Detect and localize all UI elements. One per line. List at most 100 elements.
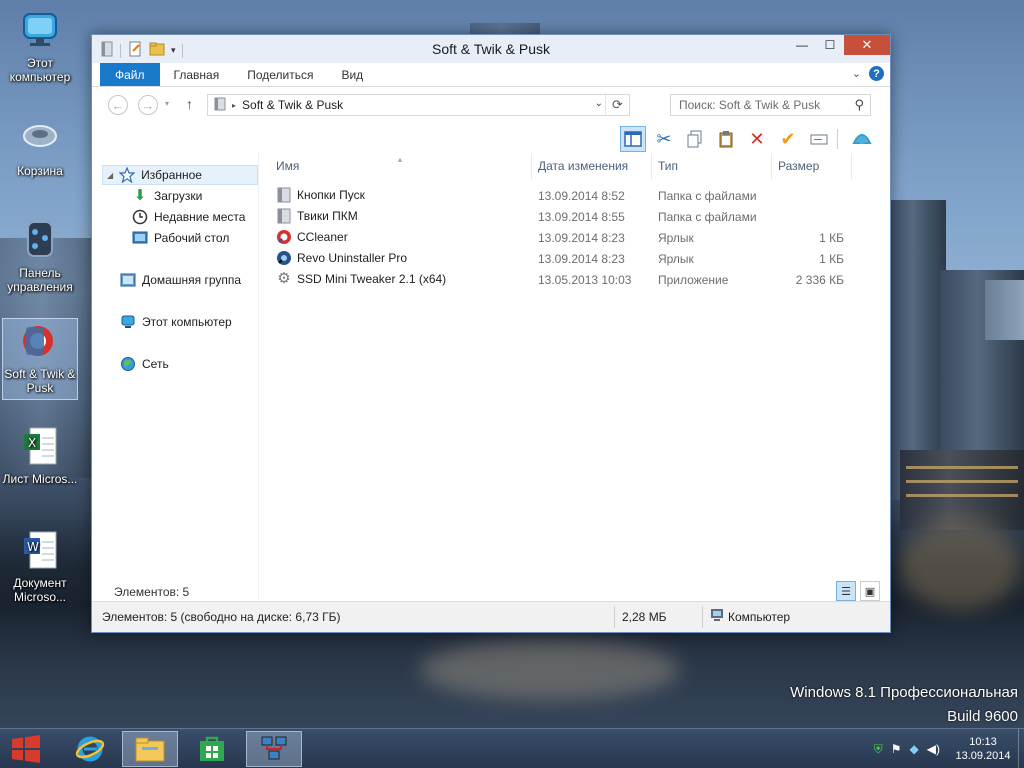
file-size: 1 КБ xyxy=(819,231,844,245)
file-name: Твики ПКМ xyxy=(297,209,358,223)
file-row[interactable]: ⚙ SSD Mini Tweaker 2.1 (x64) 13.05.2013 … xyxy=(276,270,856,290)
tab-view[interactable]: Вид xyxy=(327,63,377,86)
close-button[interactable]: ✕ xyxy=(844,35,890,55)
file-row[interactable]: Revo Uninstaller Pro 13.09.2014 8:23 Ярл… xyxy=(276,249,856,269)
monitor-icon xyxy=(18,8,62,52)
status-separator xyxy=(702,606,703,628)
copy-button[interactable] xyxy=(682,126,708,152)
tab-home[interactable]: Главная xyxy=(160,63,234,86)
file-name: Кнопки Пуск xyxy=(297,188,365,202)
show-desktop-button[interactable] xyxy=(1018,729,1024,768)
collapse-arrow-icon[interactable]: ◢ xyxy=(107,171,113,180)
volume-icon[interactable]: ◀) xyxy=(927,742,940,756)
windows-edition-watermark: Windows 8.1 Профессиональная xyxy=(790,684,1018,701)
shell-button[interactable] xyxy=(849,126,875,152)
file-row[interactable]: CCleaner 13.09.2014 8:23 Ярлык 1 КБ xyxy=(276,228,856,248)
clock[interactable]: 10:13 13.09.2014 xyxy=(948,735,1018,763)
ccleaner-icon xyxy=(276,229,292,245)
pane-divider[interactable] xyxy=(258,153,259,603)
rename-button[interactable]: ✔ xyxy=(775,126,801,152)
details-view-button[interactable]: ☰ xyxy=(836,581,856,601)
flag-icon[interactable]: ⚑ xyxy=(891,742,902,756)
details-list-icon: ☰ xyxy=(841,585,851,598)
desktop-icon-label: Этот компьютер xyxy=(9,56,71,84)
delete-x-icon: ✕ xyxy=(749,128,765,149)
address-bar[interactable]: ▸ Soft & Twik & Pusk ⌄ ⟳ xyxy=(207,94,630,116)
desktop-icon-word-document[interactable]: W Документ Microso... xyxy=(2,528,78,604)
network-icon[interactable]: ◆ xyxy=(910,742,919,756)
nav-item-desktop[interactable]: Рабочий стол xyxy=(128,228,229,248)
svg-text:X: X xyxy=(28,436,36,450)
cut-button[interactable]: ✂ xyxy=(651,126,677,152)
tab-file[interactable]: Файл xyxy=(100,63,160,86)
file-type: Папка с файлами xyxy=(658,210,757,224)
column-header-date[interactable]: Дата изменения xyxy=(532,153,652,179)
desktop-icon-excel-sheet[interactable]: X Лист Micros... xyxy=(2,424,78,486)
column-header-type[interactable]: Тип xyxy=(652,153,772,179)
taskbar-file-explorer[interactable] xyxy=(122,731,178,767)
clock-date: 13.09.2014 xyxy=(955,750,1011,762)
folder-icon xyxy=(276,187,292,203)
network-computers-icon xyxy=(261,736,287,760)
taskbar-internet-explorer[interactable] xyxy=(62,731,118,767)
refresh-button[interactable]: ⟳ xyxy=(605,95,629,115)
nav-item-recent[interactable]: Недавние места xyxy=(128,207,245,227)
large-icons-view-button[interactable]: ▣ xyxy=(860,581,880,601)
file-row[interactable]: Кнопки Пуск 13.09.2014 8:52 Папка с файл… xyxy=(276,186,856,206)
file-size: 1 КБ xyxy=(819,252,844,266)
shell-icon xyxy=(852,134,872,144)
desktop-icon-this-pc[interactable]: Этот компьютер xyxy=(2,8,78,84)
desktop-icon xyxy=(132,230,148,246)
taskbar-store[interactable] xyxy=(184,731,240,767)
file-date: 13.09.2014 8:55 xyxy=(538,210,625,224)
column-header-label: Размер xyxy=(778,159,820,173)
column-header-size[interactable]: Размер xyxy=(772,153,852,179)
window-controls: — ☐ ✕ xyxy=(788,35,890,55)
ccleaner-shortcut-icon xyxy=(18,319,62,363)
select-all-button[interactable] xyxy=(806,126,832,152)
action-center-icon[interactable]: ⛨ xyxy=(874,742,883,757)
expand-ribbon-icon[interactable]: ⌄ xyxy=(852,67,861,80)
desktop-icon-recycle-bin[interactable]: Корзина xyxy=(2,116,78,178)
minimize-button[interactable]: — xyxy=(788,35,816,55)
tab-share[interactable]: Поделиться xyxy=(233,63,327,86)
desktop-icon-control-panel[interactable]: Панель управления xyxy=(2,218,78,294)
window-titlebar[interactable]: ▾ Soft & Twik & Pusk — ☐ ✕ xyxy=(92,35,890,63)
arrow-up-icon: ↑ xyxy=(186,96,193,112)
chevron-down-icon[interactable]: ⌄ xyxy=(595,98,603,109)
maximize-button[interactable]: ☐ xyxy=(816,35,844,55)
back-button[interactable]: ← xyxy=(108,95,128,115)
file-row[interactable]: Твики ПКМ 13.09.2014 8:55 Папка с файлам… xyxy=(276,207,856,227)
search-icon[interactable]: ⚲ xyxy=(854,97,864,113)
desktop-icon-label: Лист Micros... xyxy=(2,472,78,486)
nav-item-network[interactable]: Сеть xyxy=(116,354,169,374)
delete-button[interactable]: ✕ xyxy=(744,126,770,152)
forward-button[interactable]: → xyxy=(138,95,158,115)
homegroup-icon xyxy=(120,272,136,288)
toolbar-separator xyxy=(837,129,838,149)
recent-locations-dropdown-icon[interactable]: ▾ xyxy=(165,99,169,108)
up-button[interactable]: ↑ xyxy=(186,96,193,112)
desktop-icon-label: Корзина xyxy=(17,164,63,178)
status-separator xyxy=(614,606,615,628)
status-items: Элементов: 5 (свободно на диске: 6,73 ГБ… xyxy=(102,610,341,624)
help-icon[interactable]: ? xyxy=(869,66,884,81)
taskbar-network-app[interactable] xyxy=(246,731,302,767)
nav-item-favorites[interactable]: ◢ Избранное xyxy=(102,165,258,185)
file-name: Revo Uninstaller Pro xyxy=(297,251,408,265)
checkmark-icon: ✔ xyxy=(780,128,796,149)
chevron-right-icon[interactable]: ▸ xyxy=(232,101,236,110)
preview-pane-button[interactable] xyxy=(620,126,646,152)
nav-item-homegroup[interactable]: Домашняя группа xyxy=(116,270,241,290)
breadcrumb[interactable]: Soft & Twik & Pusk xyxy=(242,98,343,112)
nav-item-downloads[interactable]: ⬇ Загрузки xyxy=(128,186,203,206)
windows-logo-icon xyxy=(12,735,40,763)
start-button[interactable] xyxy=(0,731,52,767)
search-input[interactable]: Поиск: Soft & Twik & Pusk ⚲ xyxy=(670,94,871,116)
nav-item-this-pc[interactable]: Этот компьютер xyxy=(116,312,232,332)
paste-button[interactable] xyxy=(713,126,739,152)
computer-icon xyxy=(710,608,724,625)
star-icon xyxy=(118,166,136,184)
desktop-icon-soft-twik-pusk[interactable]: Soft & Twik & Pusk xyxy=(2,318,78,400)
clock-time: 10:13 xyxy=(969,736,997,748)
